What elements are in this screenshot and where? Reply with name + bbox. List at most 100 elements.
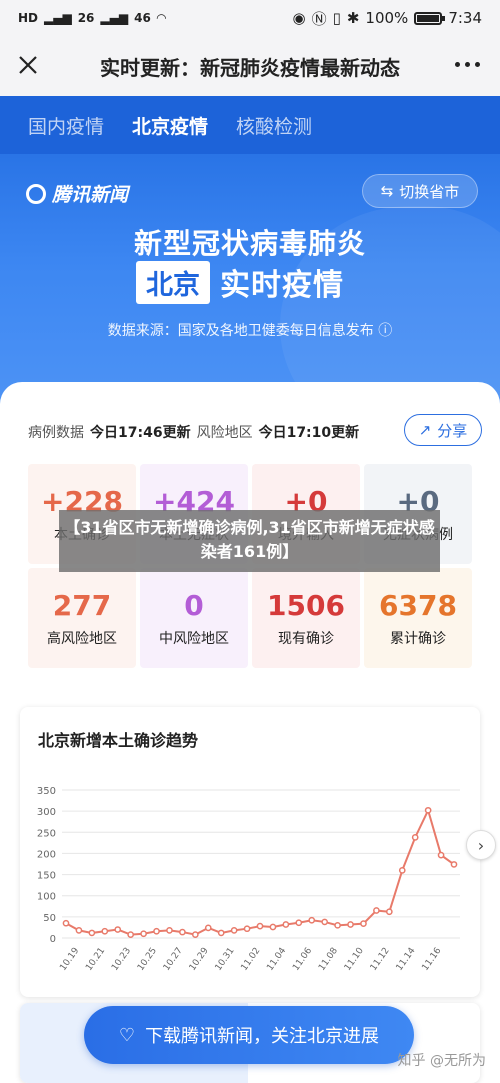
data-point [282,921,290,928]
data-point [204,924,212,932]
clock: 7:34 [448,9,482,27]
data-point [166,927,173,934]
x-tick-label: 11.14 [395,946,418,973]
stat-label: 现有确诊 [278,630,334,647]
tencent-news-logo: 腾讯新闻 [26,180,128,207]
x-tick-label: 10.27 [162,946,185,973]
help-icon[interactable]: ⓘ [378,323,392,339]
data-point [321,918,329,926]
more-options-icon[interactable] [455,62,480,67]
download-app-button[interactable]: ♡ 下载腾讯新闻，关注北京进展 [84,1006,414,1064]
page-title: 实时更新：新冠肺炎疫情最新动态 [100,55,400,80]
trend-chart: 05010015020025030035010.19 10.21 10.23 10.2… [37,786,460,973]
stat-cell: 0 中风险地区 [140,568,248,668]
y-tick-label: 350 [37,786,56,797]
y-tick-label: 300 [37,807,56,818]
data-point [424,806,432,814]
x-tick-label: 11.16 [421,946,444,973]
data-point [114,926,122,933]
x-tick-label: 11.02 [239,946,262,973]
data-point [191,931,199,938]
data-point [398,866,406,874]
download-label: 下载腾讯新闻，关注北京进展 [145,1026,380,1047]
x-tick-label: 10.25 [136,946,159,973]
data-point [75,927,83,934]
y-tick-label: 0 [50,934,56,945]
stat-cell: 1506 现有确诊 [252,568,360,668]
hero-title-line2: 北京 实时疫情 [136,260,344,304]
risk-label: 风险地区 [196,425,253,441]
x-tick-label: 11.04 [265,946,288,973]
stat-cell: 277 高风险地区 [28,568,136,668]
data-point [153,927,160,935]
x-tick-label: 11.08 [317,946,340,973]
data-point [295,919,303,927]
data-point [88,929,96,937]
data-point [230,927,238,934]
data-point [373,907,380,914]
nfc-icon: Ⓝ [311,9,327,28]
tab-bar: 国内疫情 北京疫情 核酸检测 [0,96,500,154]
logo-text: 腾讯新闻 [52,184,129,206]
switch-city-label: 切换省市 [399,182,460,201]
data-source: 数据来源：国家及各地卫健委每日信息发布 ⓘ [0,320,500,340]
case-label: 病例数据 [28,425,84,441]
risk-update-time: 今日17:10更新 [258,425,360,441]
series-line [65,807,455,936]
data-point [308,916,316,924]
update-info: 病例数据 今日17:46更新 风险地区 今日17:10更新 [28,422,359,442]
data-point [334,921,341,929]
network-26: 26 [77,11,95,25]
hero-title-line1: 新型冠状病毒肺炎 [133,227,366,260]
case-update-time: 今日17:46更新 [90,425,191,441]
chevron-right-icon[interactable]: › [466,830,496,860]
stat-label: 累计确诊 [390,630,446,647]
wifi-icon: ◠ [156,11,167,25]
watermark: 知乎 @无所为 [397,1053,486,1069]
tab-domestic[interactable]: 国内疫情 [28,112,104,139]
swap-icon: ⇆ [380,182,394,200]
data-point [269,923,277,931]
y-tick-label: 50 [43,913,56,924]
stat-value: 277 [52,588,112,622]
y-tick-label: 200 [37,849,56,860]
eye-icon: ◉ [292,9,306,27]
x-tick-label: 11.12 [369,946,392,973]
data-point [437,851,445,859]
title-bar: 实时更新：新冠肺炎疫情最新动态 [0,36,500,96]
switch-city-button[interactable]: ⇆ 切换省市 [362,174,478,208]
status-right: ◉ Ⓝ ▯ ✱ 100% 7:34 [292,8,482,29]
hd-indicator: HD [18,11,39,25]
share-label: 分享 [437,421,468,440]
y-tick-label: 100 [37,892,56,903]
heart-chat-icon: ♡ [118,1024,136,1046]
x-tick-label: 11.10 [343,946,366,973]
city-badge: 北京 [136,260,210,304]
hero-banner: 国内疫情 北京疫情 核酸检测 腾讯新闻 ⇆ 切换省市 新型冠状病毒肺炎 北京 实… [0,96,500,406]
share-icon: ↗ [418,421,432,439]
tab-nucleic-test[interactable]: 核酸检测 [236,112,312,139]
news-overlay-caption: 【31省区市无新增确诊病例,31省区市新增无症状感染者161例】 [59,510,440,572]
status-bar: HD ▂▄▆ 26 ▂▄▆ 46 ◠ ◉ Ⓝ ▯ ✱ 100% 7:34 [0,0,500,36]
tab-beijing[interactable]: 北京疫情 [132,112,208,139]
share-button[interactable]: ↗ 分享 [404,414,482,446]
data-point [347,921,354,928]
data-point [179,928,186,936]
x-tick-label: 11.06 [291,946,314,973]
x-tick-label: 10.23 [110,946,133,973]
data-point [243,925,251,933]
x-tick-label: 10.19 [58,946,81,973]
battery-percent: 100% [365,9,409,27]
data-point [101,927,109,935]
signal-icon-2: ▂▄▆ [100,11,129,25]
stat-label: 高风险地区 [47,630,117,647]
data-point [140,930,147,938]
data-point [385,908,393,916]
y-tick-label: 250 [37,828,56,839]
battery-icon [414,11,446,25]
realtime-title: 实时疫情 [220,268,344,303]
stat-value: 6378 [379,588,457,622]
signal-indicators: HD ▂▄▆ 26 ▂▄▆ 46 ◠ [18,11,166,25]
tencent-logo-icon [26,183,46,204]
data-point [450,861,458,868]
